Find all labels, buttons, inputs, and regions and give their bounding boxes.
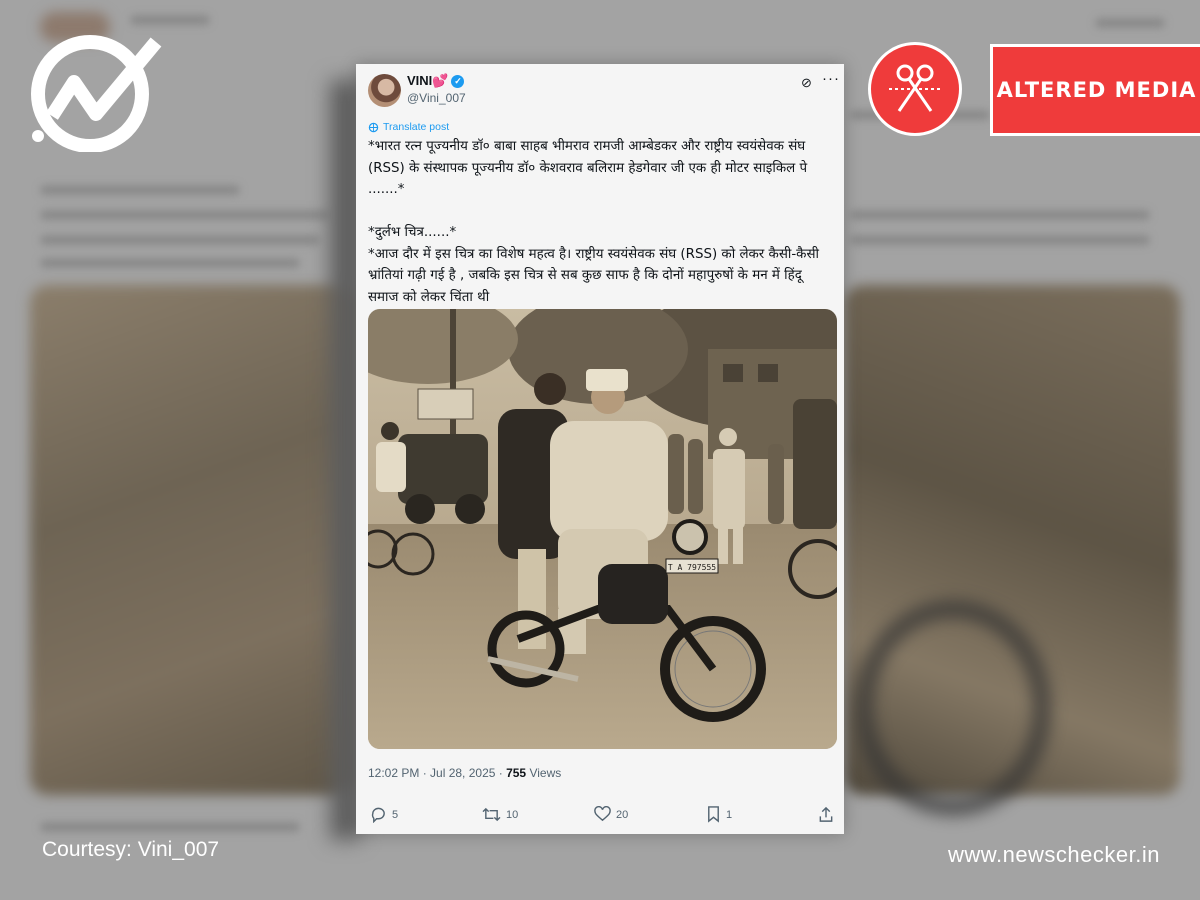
blurred-background-text: [40, 235, 320, 245]
scissors-icon: [889, 64, 941, 112]
grok-icon[interactable]: ⊘: [801, 75, 812, 91]
newschecker-logo-icon: [31, 35, 162, 152]
translate-post-link[interactable]: Translate post: [368, 121, 449, 133]
blurred-background-wheel: [855, 600, 1051, 816]
views-label: Views: [526, 766, 562, 780]
blurred-background-text: [850, 235, 1150, 245]
repost-button[interactable]: 10: [482, 806, 518, 823]
heart-icon: [594, 806, 611, 822]
blurred-background-text: [1095, 18, 1165, 28]
views-count: 755: [506, 766, 527, 780]
bookmark-count: 1: [726, 808, 733, 821]
altered-media-icon: [868, 42, 962, 136]
blurred-background-text: [40, 822, 300, 832]
blurred-background-text: [40, 210, 330, 220]
tweet-card[interactable]: VINI💕 ✓ @Vini_007 ⊘ ··· Translate post *…: [356, 64, 844, 834]
translate-post-label[interactable]: Translate post: [383, 121, 449, 133]
author-name-row[interactable]: VINI💕 ✓: [407, 73, 465, 89]
avatar[interactable]: [368, 74, 401, 107]
site-url: www.newschecker.in: [948, 842, 1160, 867]
like-count: 20: [616, 808, 629, 821]
blurred-background-text: [850, 210, 1150, 220]
courtesy-credit: Courtesy: Vini_007: [42, 838, 220, 861]
blurred-background-photo: [30, 285, 350, 795]
share-button[interactable]: [818, 806, 834, 823]
share-icon: [819, 806, 833, 822]
tweet-time[interactable]: 12:02 PM · Jul 28, 2025 ·: [368, 766, 506, 780]
bookmark-button[interactable]: 1: [706, 806, 732, 823]
tweet-actions: 5 10 20 1: [368, 806, 838, 826]
verified-badge-icon: ✓: [451, 74, 465, 88]
altered-media-label: ALTERED MEDIA: [996, 78, 1197, 102]
blurred-background-text: [40, 258, 300, 268]
reply-count: 5: [392, 808, 399, 821]
license-plate-text: T A 797555: [668, 563, 716, 572]
tweet-text: *भारत रत्न पूज्यनीय डॉ० बाबा साहब भीमराव…: [368, 139, 819, 305]
blurred-background-text: [130, 15, 210, 25]
like-button[interactable]: 20: [594, 806, 628, 823]
reply-icon: [371, 807, 385, 823]
author-handle[interactable]: @Vini_007: [407, 91, 466, 105]
tweet-photo[interactable]: T A 797555: [368, 309, 837, 749]
author-name[interactable]: VINI💕: [407, 73, 448, 89]
repost-icon: [482, 807, 501, 822]
bookmark-icon: [708, 806, 719, 823]
translate-icon: [368, 122, 379, 132]
reply-button[interactable]: 5: [370, 806, 398, 823]
more-options-icon[interactable]: ···: [822, 70, 840, 87]
repost-count: 10: [506, 808, 519, 821]
tweet-meta: 12:02 PM · Jul 28, 2025 · 755 Views: [368, 766, 561, 780]
altered-media-badge: ALTERED MEDIA: [990, 44, 1200, 136]
blurred-background-text: [40, 185, 240, 195]
